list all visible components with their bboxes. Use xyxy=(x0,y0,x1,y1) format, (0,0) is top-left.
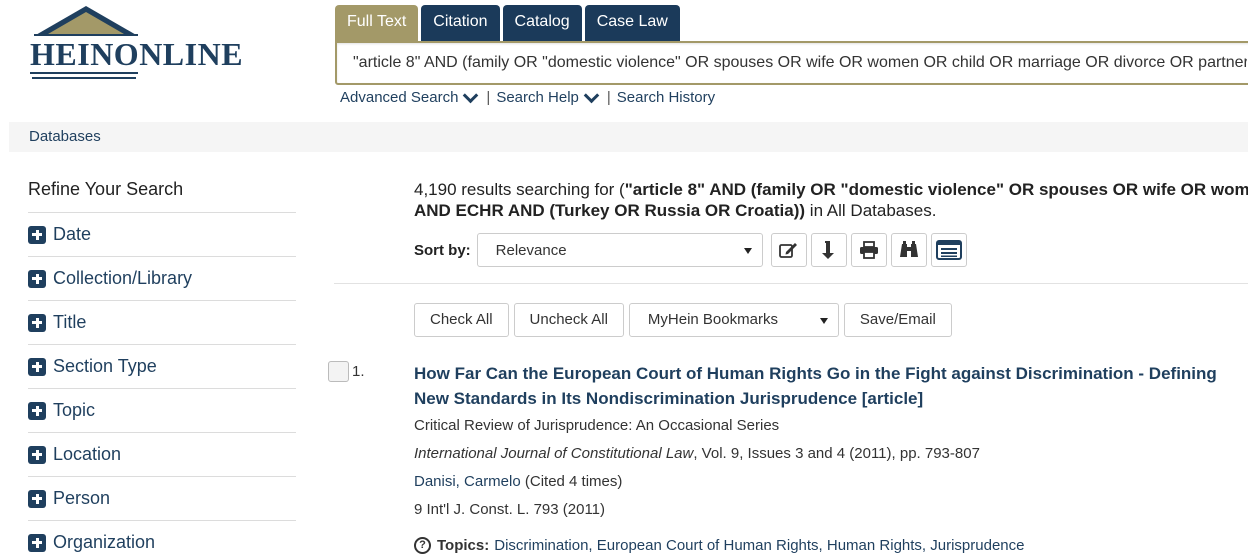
uncheck-all-button[interactable]: Uncheck All xyxy=(513,303,624,337)
facet-section-type[interactable]: Section Type xyxy=(28,344,296,388)
logo-rule-2 xyxy=(32,77,136,79)
chevron-down-icon[interactable] xyxy=(463,87,479,103)
facet-organization[interactable]: Organization xyxy=(28,520,296,560)
tab-catalog[interactable]: Catalog xyxy=(502,5,582,41)
summary-query-line-2: AND ECHR AND (Turkey OR Russia OR Croati… xyxy=(414,201,806,220)
result-number: 1. xyxy=(352,363,365,380)
arrow-down-icon xyxy=(821,241,834,259)
plus-icon[interactable] xyxy=(28,225,46,244)
printer-icon xyxy=(859,241,878,259)
plus-icon[interactable] xyxy=(28,313,46,332)
binoculars-icon xyxy=(899,241,918,257)
check-all-button[interactable]: Check All xyxy=(414,303,509,337)
edit-icon xyxy=(778,243,797,258)
search-history-link[interactable]: Search History xyxy=(617,89,715,106)
chevron-down-icon[interactable] xyxy=(583,87,600,103)
facet-label: Person xyxy=(53,488,111,508)
search-box xyxy=(335,41,1248,85)
sort-value: Relevance xyxy=(495,242,567,259)
result-volume: , Vol. 9, Issues 3 and 4 (2011), pp. 793… xyxy=(693,445,980,462)
result-cited: (Cited 4 times) xyxy=(520,473,623,490)
facet-person[interactable]: Person xyxy=(28,476,296,520)
help-icon[interactable]: ? xyxy=(414,537,431,554)
facet-date[interactable]: Date xyxy=(28,212,296,256)
sort-label: Sort by: xyxy=(414,241,471,259)
breadcrumb: Databases xyxy=(9,122,1248,152)
bulk-actions: Check All Uncheck All MyHein Bookmarks S… xyxy=(414,303,957,337)
caret-down-icon xyxy=(743,248,752,254)
bookmarks-label: MyHein Bookmarks xyxy=(647,311,778,328)
print-button[interactable] xyxy=(850,233,887,267)
result-topics: ? Topics: Discrimination, European Court… xyxy=(414,537,1024,554)
facet-label: Topic xyxy=(53,400,96,420)
result-journal-line: International Journal of Constitutional … xyxy=(414,445,980,462)
heinonline-logo[interactable]: HeinOnline xyxy=(28,6,258,82)
topics-links[interactable]: Discrimination, European Court of Human … xyxy=(494,537,1024,554)
facet-label: Title xyxy=(53,312,87,332)
search-help-link[interactable]: Search Help xyxy=(496,89,579,106)
link-separator: | xyxy=(486,89,491,106)
advanced-search-link[interactable]: Advanced Search xyxy=(340,89,458,106)
facet-location[interactable]: Location xyxy=(28,432,296,476)
search-within-button[interactable] xyxy=(890,233,927,267)
sort-select[interactable]: Relevance xyxy=(476,233,763,267)
facet-list: Date Collection/Library Title Section Ty… xyxy=(28,212,296,560)
facet-label: Location xyxy=(53,444,122,464)
facet-label: Collection/Library xyxy=(53,268,193,288)
tab-case-law[interactable]: Case Law xyxy=(584,5,680,41)
results-summary: 4,190 results searching for ("article 8"… xyxy=(414,179,1248,221)
result-author-line: Danisi, Carmelo (Cited 4 times) xyxy=(414,473,622,490)
summary-suffix: in All Databases. xyxy=(805,201,937,220)
result-title-link[interactable]: How Far Can the European Court of Human … xyxy=(414,361,1244,411)
breadcrumb-databases[interactable]: Databases xyxy=(29,128,101,145)
summary-prefix: results searching for ( xyxy=(456,180,625,199)
facet-label: Section Type xyxy=(53,356,157,376)
facet-collection-library[interactable]: Collection/Library xyxy=(28,256,296,300)
logo-text: HeinOnline xyxy=(30,36,244,72)
plus-icon[interactable] xyxy=(28,445,46,464)
facet-label: Date xyxy=(53,224,92,244)
tab-citation[interactable]: Citation xyxy=(421,5,500,41)
facet-topic[interactable]: Topic xyxy=(28,388,296,432)
view-options-button[interactable] xyxy=(930,233,967,267)
tab-full-text[interactable]: Full Text xyxy=(335,5,419,41)
plus-icon[interactable] xyxy=(28,357,46,376)
result-checkbox[interactable] xyxy=(328,361,349,382)
plus-icon[interactable] xyxy=(28,269,46,288)
facet-label: Organization xyxy=(53,532,156,552)
caret-down-icon xyxy=(819,318,828,324)
plus-icon[interactable] xyxy=(28,533,46,552)
search-links: Advanced Search | Search Help | Search H… xyxy=(340,87,715,106)
plus-icon[interactable] xyxy=(28,401,46,420)
refine-title: Refine Your Search xyxy=(28,179,184,199)
search-input[interactable] xyxy=(337,43,1248,83)
result-journal: International Journal of Constitutional … xyxy=(414,445,694,462)
result-author-link[interactable]: Danisi, Carmelo xyxy=(414,473,521,490)
sort-toolbar: Sort by: Relevance xyxy=(414,233,967,267)
result-source: Critical Review of Jurisprudence: An Occ… xyxy=(414,417,780,434)
result-count: 4,190 xyxy=(414,180,457,199)
logo-rule-1 xyxy=(30,72,138,74)
search-type-tabs: Full Text Citation Catalog Case Law xyxy=(335,5,680,41)
sort-order-button[interactable] xyxy=(810,233,847,267)
list-view-icon xyxy=(935,240,962,260)
save-email-button[interactable]: Save/Email xyxy=(843,303,952,337)
topics-label: Topics: xyxy=(437,537,490,554)
facet-title[interactable]: Title xyxy=(28,300,296,344)
link-separator: | xyxy=(606,89,611,106)
plus-icon[interactable] xyxy=(28,489,46,508)
summary-query-line-1: "article 8" AND (family OR "domestic vio… xyxy=(624,180,1248,199)
myhein-bookmarks-select[interactable]: MyHein Bookmarks xyxy=(628,303,839,337)
edit-search-button[interactable] xyxy=(770,233,807,267)
result-citation: 9 Int'l J. Const. L. 793 (2011) xyxy=(414,501,606,518)
results-divider xyxy=(334,283,1248,284)
